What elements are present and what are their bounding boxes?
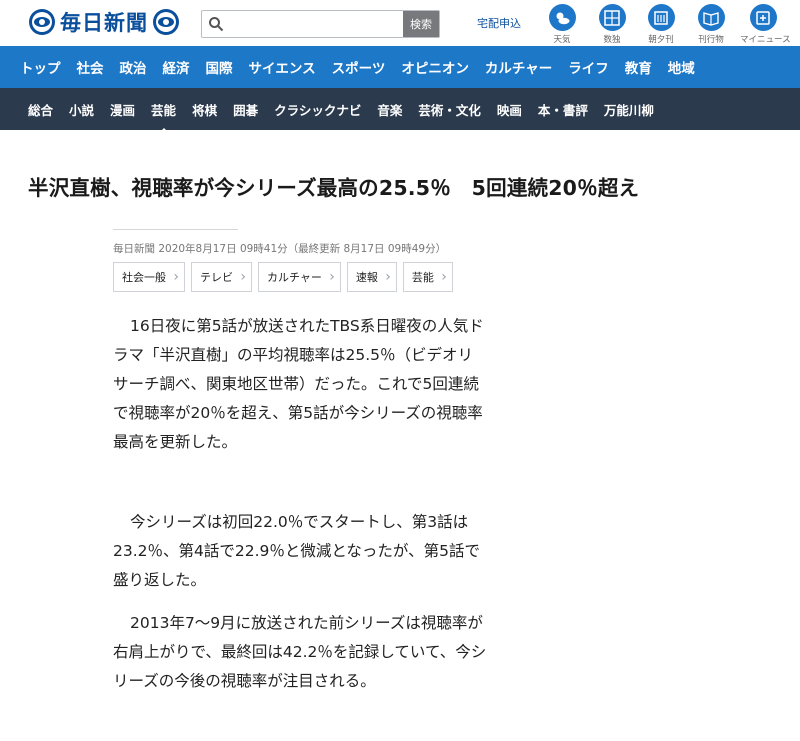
article-tags: 社会一般 テレビ カルチャー 速報 芸能 — [113, 262, 453, 292]
nav-item-politics[interactable]: 政治 — [112, 57, 155, 77]
logo-text: 毎日新聞 — [60, 10, 148, 35]
nav-item-education[interactable]: 教育 — [617, 57, 660, 77]
nav-item-sports[interactable]: スポーツ — [324, 57, 394, 77]
sudoku-button[interactable]: 数独 — [589, 4, 635, 45]
logo-emblem-icon — [29, 9, 55, 35]
publication-icon — [703, 11, 719, 26]
subnav-item-shogi[interactable]: 将棋 — [184, 100, 225, 119]
newspaper-label: 朝夕刊 — [648, 35, 674, 45]
tag-breaking[interactable]: 速報 — [346, 262, 397, 292]
nav-item-region[interactable]: 地域 — [660, 57, 703, 77]
subnav-item-classic-navi[interactable]: クラシックナビ — [266, 100, 369, 119]
search-button[interactable]: 検索 — [403, 11, 439, 37]
nav-item-culture[interactable]: カルチャー — [477, 57, 560, 77]
my-news-button[interactable]: マイニュース — [740, 4, 791, 45]
search-input[interactable] — [202, 11, 403, 37]
subnav-item-senryu[interactable]: 万能川柳 — [596, 100, 662, 119]
sudoku-label: 数独 — [603, 35, 621, 45]
search-bar: 検索 — [201, 10, 440, 38]
subnav-item-entertainment[interactable]: 芸能 — [143, 100, 184, 134]
primary-nav: トップ 社会 政治 経済 国際 サイエンス スポーツ オピニオン カルチャー ラ… — [0, 46, 800, 88]
subnav-item-books[interactable]: 本・書評 — [530, 100, 596, 119]
tag-entertainment[interactable]: 芸能 — [402, 262, 453, 292]
weather-button[interactable]: 天気 — [539, 4, 585, 45]
publication-button[interactable]: 刊行物 — [688, 4, 734, 45]
tag-culture[interactable]: カルチャー — [258, 262, 341, 292]
weather-icon — [556, 12, 570, 24]
subnav-item-manga[interactable]: 漫画 — [102, 100, 143, 119]
subnav-item-general[interactable]: 総合 — [20, 100, 61, 119]
secondary-nav: 総合 小説 漫画 芸能 将棋 囲碁 クラシックナビ 音楽 芸術・文化 映画 本・… — [0, 88, 800, 134]
subnav-item-arts-culture[interactable]: 芸術・文化 — [410, 100, 489, 119]
article-paragraph-1: 16日夜に第5話が放送されたTBS系日曜夜の人気ドラマ「半沢直樹」の平均視聴率は… — [113, 317, 484, 451]
subnav-item-music[interactable]: 音楽 — [369, 100, 410, 119]
tag-society-general[interactable]: 社会一般 — [113, 262, 185, 292]
nav-item-society[interactable]: 社会 — [69, 57, 112, 77]
tag-tv[interactable]: テレビ — [191, 262, 252, 292]
my-news-label: マイニュース — [740, 35, 791, 45]
sudoku-icon — [604, 9, 620, 26]
nav-item-economy[interactable]: 経済 — [155, 57, 198, 77]
article-dateline: 毎日新聞 2020年8月17日 09時41分（最終更新 8月17日 09時49分… — [113, 243, 447, 255]
site-header: 毎日新聞 検索 宅配申込 天気 数独 朝夕刊 刊行物 マイニュース — [0, 0, 800, 46]
nav-item-opinion[interactable]: オピニオン — [393, 57, 477, 77]
newspaper-icon — [654, 10, 668, 25]
nav-item-science[interactable]: サイエンス — [241, 57, 324, 77]
delivery-signup-link[interactable]: 宅配申込 — [477, 15, 521, 31]
article-paragraph-2: 今シリーズは初回22.0％でスタートし、第3話は23.2％、第4話で22.9％と… — [113, 513, 480, 589]
title-divider — [113, 229, 238, 230]
article-headline: 半沢直樹、視聴率が今シリーズ最高の25.5％ 5回連続20％超え — [28, 176, 640, 200]
subnav-item-novel[interactable]: 小説 — [61, 100, 102, 119]
nav-item-international[interactable]: 国際 — [198, 57, 241, 77]
search-icon — [209, 17, 224, 32]
logo-emblem-icon — [153, 9, 179, 35]
nav-item-life[interactable]: ライフ — [560, 57, 617, 77]
publication-label: 刊行物 — [698, 35, 724, 45]
article-paragraph-3: 2013年7～9月に放送された前シリーズは視聴率が右肩上がりで、最終回は42.2… — [113, 614, 487, 690]
my-news-icon — [756, 10, 770, 25]
weather-label: 天気 — [553, 35, 571, 45]
subnav-item-go[interactable]: 囲碁 — [225, 100, 266, 119]
subnav-item-movies[interactable]: 映画 — [489, 100, 530, 119]
newspaper-button[interactable]: 朝夕刊 — [638, 4, 684, 45]
nav-item-top[interactable]: トップ — [12, 57, 69, 77]
site-logo[interactable]: 毎日新聞 — [28, 8, 180, 36]
